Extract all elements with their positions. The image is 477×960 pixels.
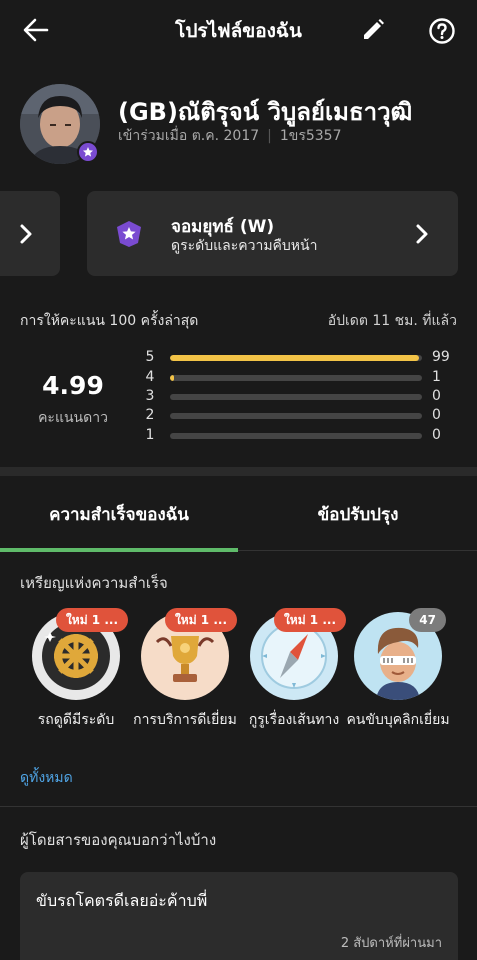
rating-bar-track	[170, 375, 422, 381]
review-time: 2 สัปดาห์ที่ผ่านมา	[340, 936, 442, 951]
medal-count-badge: 47	[409, 608, 446, 632]
ratings-updated: อัปเดต 11 ชม. ที่แล้ว	[327, 313, 457, 329]
edit-button[interactable]	[360, 17, 386, 43]
meta-separator: |	[267, 128, 272, 144]
rating-count: 0	[432, 388, 441, 404]
medal-label: คนขับบุคลิกเยี่ยม	[346, 712, 450, 728]
purple-star-shield-icon	[117, 221, 141, 247]
medal-new-badge: ใหม่ 1 ...	[164, 608, 237, 632]
help-button[interactable]	[428, 17, 456, 45]
rating-bar-fill	[170, 355, 420, 361]
medal-route[interactable]: ใหม่ 1 ... กูรูเรื่องเส้นทาง	[242, 608, 346, 758]
chevron-right-icon	[20, 224, 32, 244]
rating-score: 4.99	[42, 371, 104, 400]
pencil-icon	[364, 19, 384, 39]
section-divider	[0, 467, 477, 476]
star-number: 4	[145, 369, 155, 385]
tier-subtitle: ดูระดับและความคืบหน้า	[171, 238, 318, 254]
section-divider	[0, 806, 477, 807]
rating-bar-track	[170, 394, 422, 400]
chevron-right-icon	[416, 224, 428, 244]
star-number: 2	[145, 407, 155, 423]
rating-bar-track	[170, 355, 422, 361]
joined-date: เข้าร่วมเมื่อ ต.ค. 2017	[118, 128, 260, 144]
tab-baseline	[238, 550, 477, 551]
medal-label: กูรูเรื่องเส้นทาง	[248, 712, 340, 728]
star-number: 5	[145, 349, 155, 365]
rating-row-4: 4 1	[140, 369, 460, 387]
avatar-star-badge	[77, 141, 99, 163]
rating-count: 0	[432, 427, 441, 443]
rating-row-3: 3 0	[140, 388, 460, 406]
review-text: ขับรถโคตรดีเลยอ่ะค้าบพี่	[36, 891, 208, 910]
tier-card[interactable]: จอมยุทธ์ (W) ดูระดับและความคืบหน้า	[87, 191, 458, 276]
ratings-header: การให้คะแนน 100 ครั้งล่าสุด	[20, 313, 199, 329]
medal-car[interactable]: ใหม่ 1 ... รถดูดีมีระดับ	[24, 608, 128, 758]
passenger-feedback-heading: ผู้โดยสารของคุณบอกว่าไงบ้าง	[20, 831, 217, 849]
rating-count: 1	[432, 369, 441, 385]
active-tab-indicator	[0, 548, 238, 552]
medal-new-badge: ใหม่ 1 ...	[55, 608, 128, 632]
star-number: 1	[145, 427, 155, 443]
rating-count: 99	[432, 349, 450, 365]
license-plate: 1ขร5357	[279, 128, 342, 144]
user-meta: เข้าร่วมเมื่อ ต.ค. 2017 | 1ขร5357	[118, 125, 342, 147]
tab-my-achievements[interactable]: ความสำเร็จของฉัน	[0, 476, 238, 552]
medal-service[interactable]: ใหม่ 1 ... การบริการดีเยี่ยม	[133, 608, 237, 758]
star-icon	[83, 147, 93, 157]
rating-bar-fill	[170, 375, 174, 381]
question-circle-icon	[429, 18, 455, 44]
medal-new-badge: ใหม่ 1 ...	[273, 608, 346, 632]
previous-card[interactable]	[0, 191, 60, 276]
review-card[interactable]: ขับรถโคตรดีเลยอ่ะค้าบพี่ 2 สัปดาห์ที่ผ่า…	[20, 872, 458, 960]
rating-bar-track	[170, 413, 422, 419]
rating-row-2: 2 0	[140, 407, 460, 425]
tab-improvements[interactable]: ข้อปรับปรุง	[239, 476, 477, 552]
medals-heading: เหรียญแห่งความสำเร็จ	[20, 574, 168, 592]
see-all-link[interactable]: ดูทั้งหมด	[20, 767, 73, 789]
page-title: โปรไฟล์ของฉัน	[175, 20, 302, 42]
rating-score-label: คะแนนดาว	[38, 410, 108, 426]
medal-label: การบริการดีเยี่ยม	[133, 712, 237, 728]
rating-row-5: 5 99	[140, 349, 460, 367]
top-bar: โปรไฟล์ของฉัน	[0, 0, 477, 60]
medal-personality[interactable]: 47 คนขับบุคลิกเยี่ยม	[346, 608, 450, 758]
rating-row-1: 1 0	[140, 427, 460, 445]
star-number: 3	[145, 388, 155, 404]
medal-label: รถดูดีมีระดับ	[37, 712, 115, 728]
rating-count: 0	[432, 407, 441, 423]
rating-bar-track	[170, 433, 422, 439]
